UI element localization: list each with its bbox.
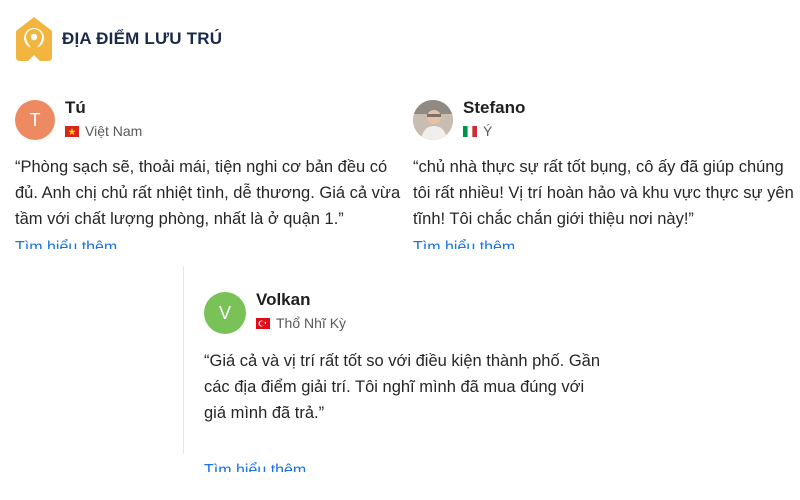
review-text: “chủ nhà thực sự rất tốt bụng, cô ấy đã …	[413, 158, 794, 228]
reviewer-name: Stefano	[463, 98, 526, 117]
read-more-link[interactable]: Tìm hiểu thêm	[204, 460, 306, 472]
review-user: Stefano Ý	[413, 96, 798, 142]
review-user: T Tú Việt Nam	[15, 96, 410, 142]
reviewer-country: Ý	[463, 123, 525, 139]
avatar-initial: V	[218, 302, 231, 323]
review-text: “Phòng sạch sẽ, thoải mái, tiện nghi cơ …	[15, 158, 401, 228]
country-label: Ý	[483, 123, 493, 139]
person-photo-icon	[413, 100, 453, 140]
reviewer-country: Việt Nam	[65, 123, 142, 139]
review-card: V Volkan Thổ Nhĩ Kỳ “Giá cả và vị trí rấ…	[183, 266, 604, 472]
reviewer-name: Volkan	[256, 290, 311, 309]
page-header: ĐỊA ĐIỂM LƯU TRÚ	[14, 15, 222, 63]
country-label: Việt Nam	[85, 123, 143, 139]
avatar: V	[204, 292, 246, 334]
avatar: T	[15, 100, 55, 140]
avatar-initial: T	[29, 109, 41, 130]
reviewer-name: Tú	[65, 98, 86, 117]
read-more-link[interactable]: Tìm hiểu thêm	[413, 237, 515, 249]
vietnam-flag-icon	[65, 125, 79, 137]
turkey-flag-icon	[256, 317, 270, 329]
reviewer-country: Thổ Nhĩ Kỳ	[256, 315, 346, 331]
review-card: Stefano Ý “chủ nhà thực sự rất tốt bụng,…	[413, 96, 798, 249]
review-user: V Volkan Thổ Nhĩ Kỳ	[204, 288, 604, 334]
avatar-photo	[413, 100, 453, 140]
page-title: ĐỊA ĐIỂM LƯU TRÚ	[62, 29, 223, 48]
country-label: Thổ Nhĩ Kỳ	[276, 315, 347, 331]
read-more-link[interactable]: Tìm hiểu thêm	[15, 237, 117, 249]
review-text: “Giá cả và vị trí rất tốt so với điều ki…	[204, 352, 601, 422]
home-pin-icon	[16, 17, 52, 61]
review-card: T Tú Việt Nam “Phòng sạch sẽ, thoải mái,…	[15, 96, 410, 249]
italy-flag-icon	[463, 125, 477, 137]
